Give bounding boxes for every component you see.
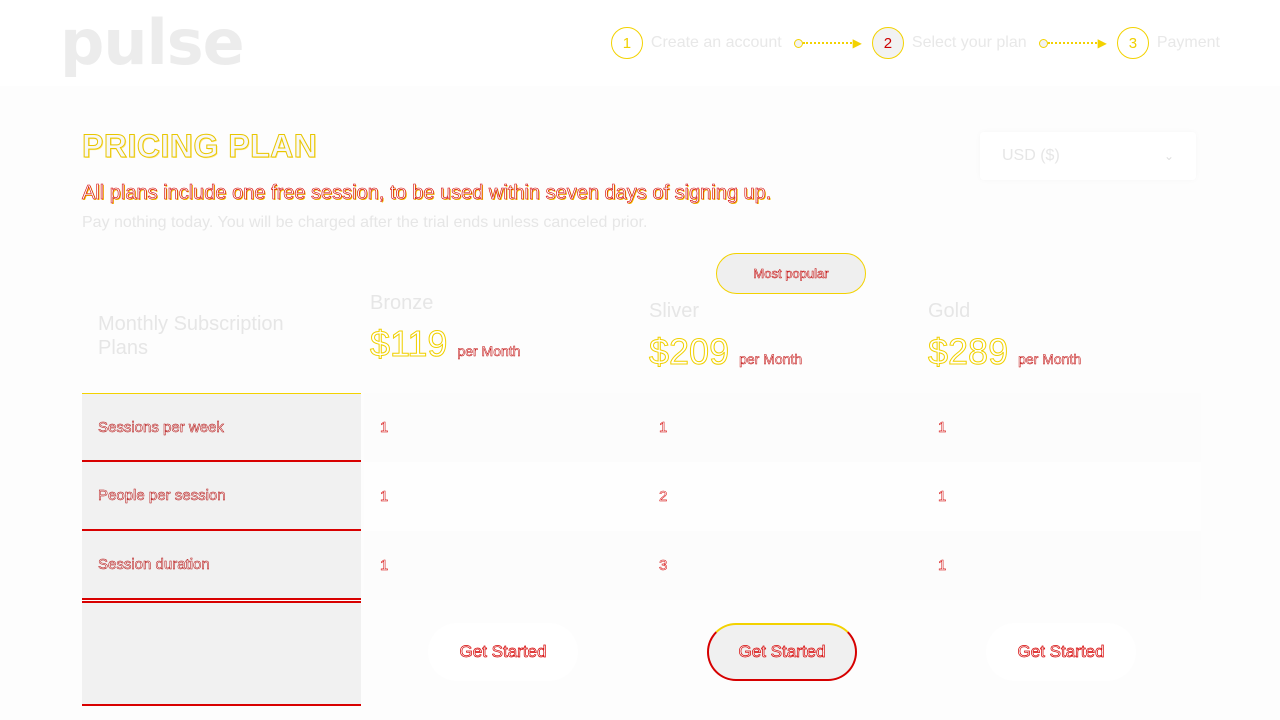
plan-price: $119 per Month <box>369 323 521 365</box>
step-payment[interactable]: 3 Payment <box>1116 27 1220 59</box>
table-cell: 1 <box>922 393 1201 462</box>
table-heading: Monthly Subscription Plans <box>98 313 284 359</box>
plan-column-sliver: 1 2 3 <box>643 393 922 600</box>
price-amount: $209 <box>648 331 730 373</box>
plan-header-sliver: Sliver $209 per Month <box>648 300 803 373</box>
billing-note: Pay nothing today. You will be charged a… <box>82 214 648 231</box>
step-label: Payment <box>1156 34 1220 51</box>
most-popular-badge: Most popular <box>716 253 866 294</box>
plan-name: Sliver <box>649 300 700 322</box>
table-cell: 3 <box>643 531 922 600</box>
plan-column-gold: 1 1 1 <box>922 393 1201 600</box>
step-number: 3 <box>1116 27 1149 59</box>
get-started-bronze-button[interactable]: Get Started <box>428 623 578 681</box>
table-cell: 1 <box>364 393 643 462</box>
feature-label-column: Sessions per week People per session Ses… <box>82 393 361 706</box>
top-header: pulse 1 Create an account ▶ 2 Select you… <box>0 0 1280 86</box>
feature-label: Session duration <box>82 531 361 600</box>
step-label: Select your plan <box>911 34 1027 51</box>
step-connector: ▶ <box>1038 36 1107 50</box>
table-cell: 1 <box>922 531 1201 600</box>
price-amount: $289 <box>927 331 1009 373</box>
price-period: per Month <box>457 343 521 360</box>
table-cell: 1 <box>643 393 922 462</box>
get-started-sliver-button[interactable]: Get Started <box>707 623 857 681</box>
arrow-right-icon: ▶ <box>1097 36 1107 50</box>
step-create-account[interactable]: 1 Create an account <box>610 27 782 59</box>
get-started-gold-button[interactable]: Get Started <box>986 623 1136 681</box>
plan-name: Bronze <box>370 292 434 314</box>
table-cell: 1 <box>364 531 643 600</box>
feature-label: Sessions per week <box>82 393 361 462</box>
step-connector: ▶ <box>793 36 862 50</box>
price-period: per Month <box>739 351 803 368</box>
table-cell: 1 <box>364 462 643 531</box>
arrow-right-icon: ▶ <box>852 36 862 50</box>
feature-label: People per session <box>82 462 361 531</box>
chevron-down-icon: ⌄ <box>1163 149 1174 163</box>
feature-label-spacer <box>82 601 361 706</box>
signup-stepper: 1 Create an account ▶ 2 Select your plan… <box>610 27 1220 59</box>
page-title: PRICING PLAN <box>81 128 318 165</box>
table-cell: 1 <box>922 462 1201 531</box>
step-select-plan[interactable]: 2 Select your plan <box>871 27 1027 59</box>
price-amount: $119 <box>369 323 448 365</box>
step-number: 1 <box>610 27 643 59</box>
plan-header-bronze: Bronze $119 per Month <box>369 292 521 365</box>
currency-value: USD ($) <box>1002 147 1060 164</box>
plan-column-bronze: 1 1 1 <box>364 393 643 600</box>
currency-select[interactable]: USD ($) ⌄ <box>980 132 1196 180</box>
plan-name: Gold <box>928 300 971 322</box>
plan-price: $289 per Month <box>927 331 1082 373</box>
plan-header-gold: Gold $289 per Month <box>927 300 1082 373</box>
plan-price: $209 per Month <box>648 331 803 373</box>
pulse-logo[interactable]: pulse <box>60 6 245 79</box>
price-period: per Month <box>1018 351 1082 368</box>
page-subtitle: All plans include one free session, to b… <box>82 182 772 205</box>
table-cell: 2 <box>643 462 922 531</box>
step-label: Create an account <box>650 34 782 51</box>
step-number: 2 <box>871 27 904 59</box>
